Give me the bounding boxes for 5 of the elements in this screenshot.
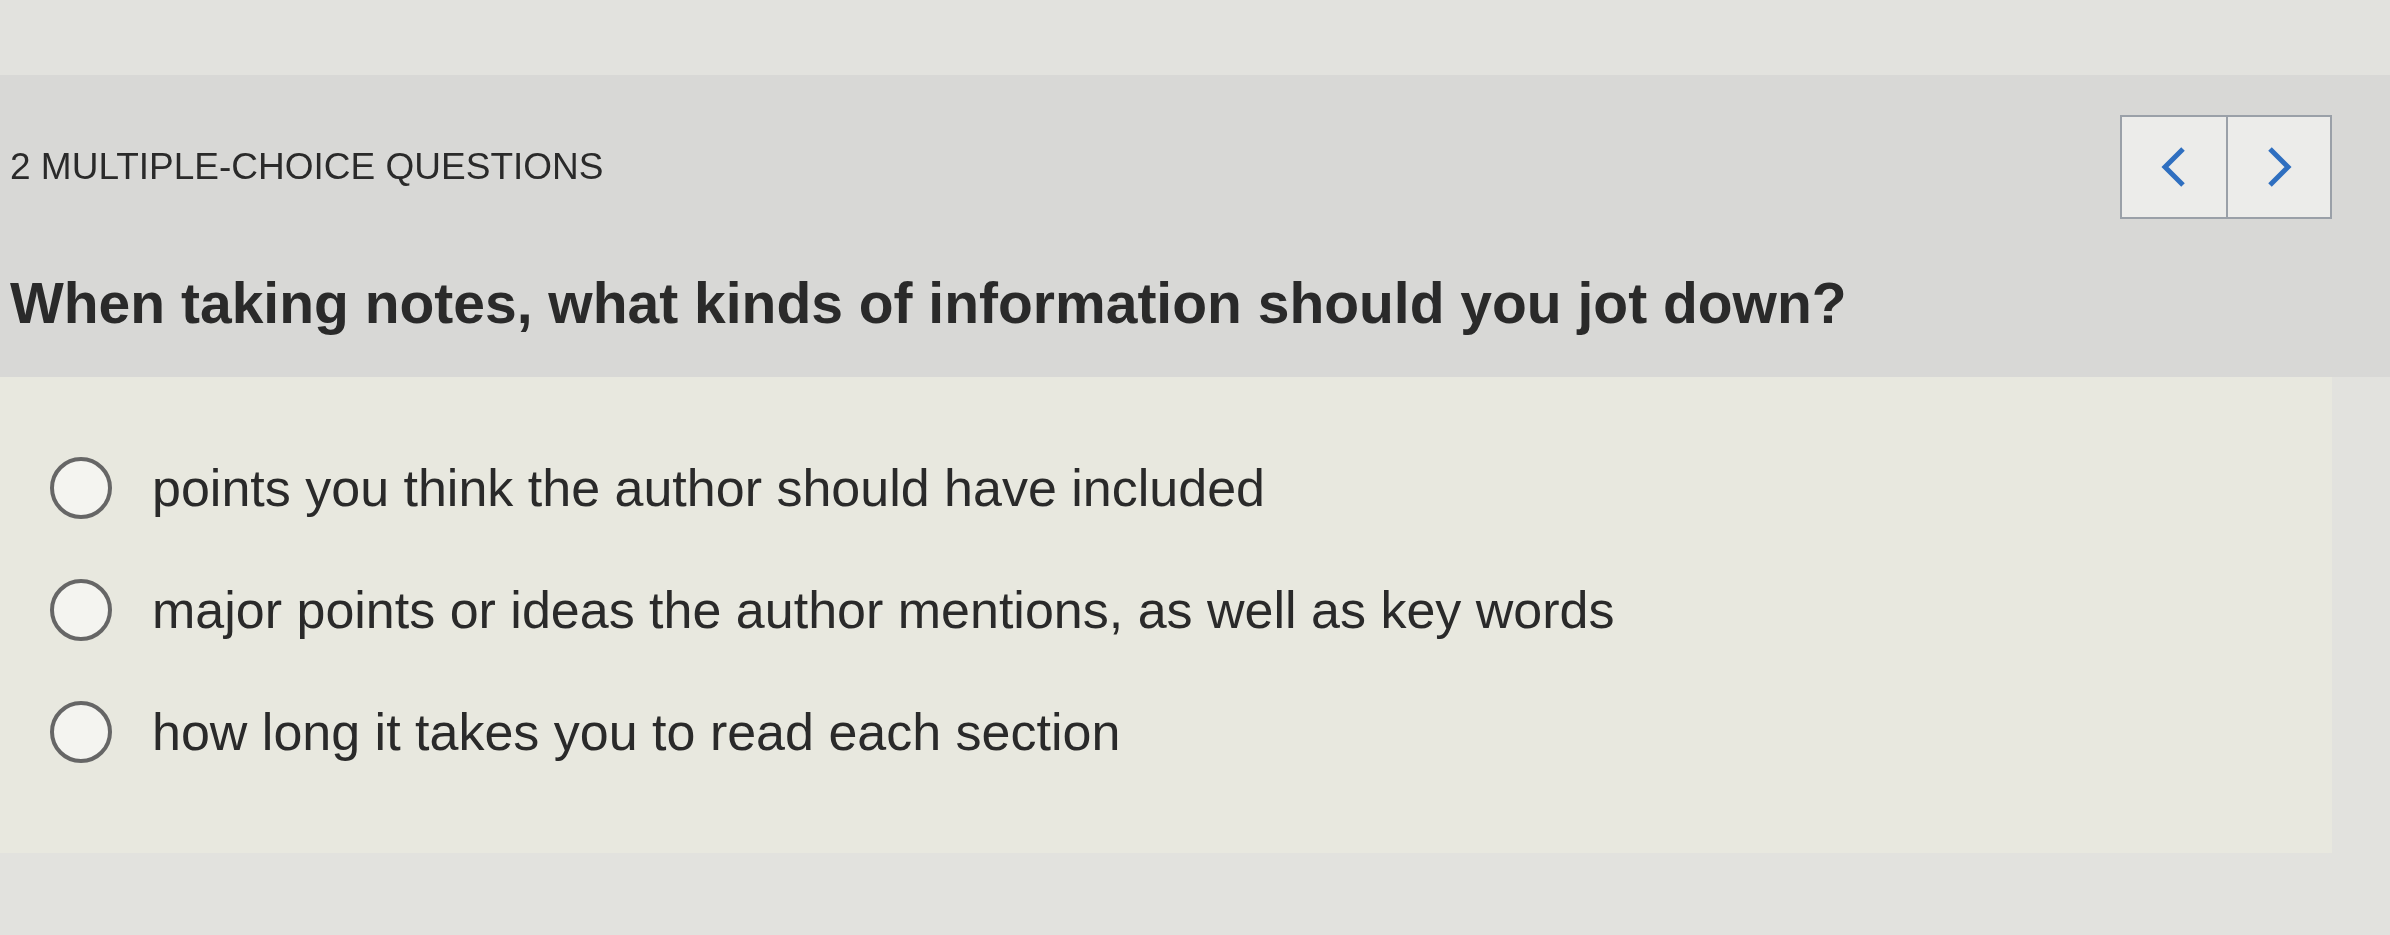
question-text: When taking notes, what kinds of information should you jot down?: [0, 239, 2390, 377]
answer-option[interactable]: how long it takes you to read each section: [50, 670, 1121, 793]
answer-option[interactable]: points you think the author should have included: [50, 426, 1265, 549]
section-title: 2 MULTIPLE-CHOICE QUESTIONS: [10, 145, 604, 189]
answer-option[interactable]: major points or ideas the author mentions, as well as key words: [50, 548, 1615, 671]
